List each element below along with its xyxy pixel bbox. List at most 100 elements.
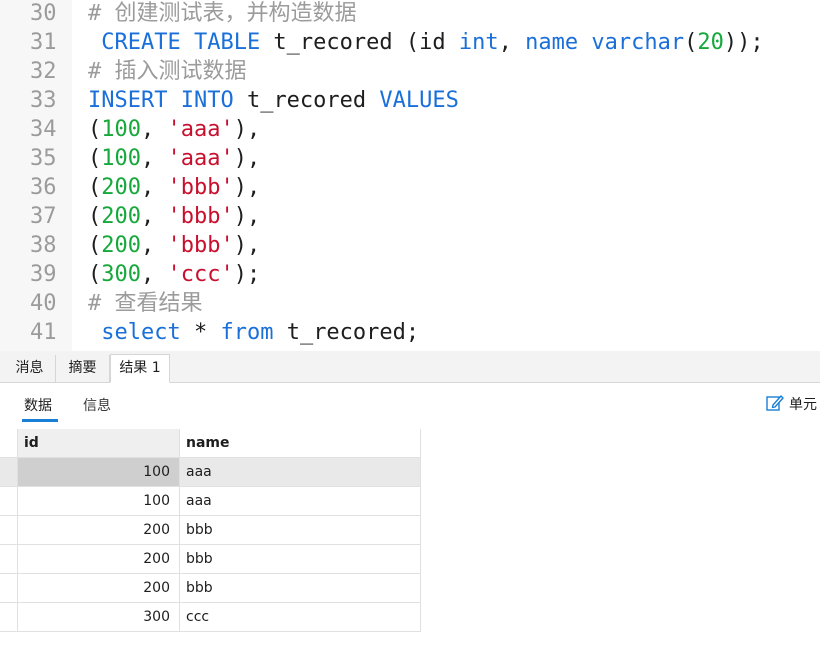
- code-token: ),: [233, 146, 261, 171]
- code-token: INSERT INTO: [88, 88, 234, 113]
- row-header-corner: [0, 429, 18, 457]
- cell-name[interactable]: ccc: [180, 603, 421, 631]
- code-token: ,: [141, 233, 168, 258]
- code-token: from: [220, 320, 274, 345]
- code-token: 20: [697, 30, 724, 55]
- code-token: 'aaa': [167, 146, 234, 171]
- code-text: (300, 'ccc');: [88, 260, 260, 289]
- cell-id[interactable]: 300: [18, 603, 180, 631]
- cell-name[interactable]: aaa: [180, 458, 421, 486]
- code-token: (: [88, 233, 102, 258]
- code-line[interactable]: 38 (200, 'bbb'),: [0, 231, 820, 260]
- code-text: # 查看结果: [88, 289, 203, 318]
- code-token: ),: [233, 233, 261, 258]
- code-token: t_recored: [233, 88, 380, 113]
- code-token: # 创建测试表，并构造数据: [88, 1, 357, 26]
- code-text: # 创建测试表，并构造数据: [88, 0, 357, 28]
- row-header[interactable]: [0, 574, 18, 602]
- cell-name[interactable]: aaa: [180, 487, 421, 515]
- code-line[interactable]: 30 # 创建测试表，并构造数据: [0, 0, 820, 28]
- cell-name[interactable]: bbb: [180, 545, 421, 573]
- line-number: 37: [30, 204, 57, 229]
- tab-summary[interactable]: 摘要: [56, 355, 110, 382]
- code-token: int: [458, 30, 499, 55]
- table-row[interactable]: 200 bbb: [0, 545, 421, 574]
- cell-id[interactable]: 100: [18, 458, 180, 486]
- table-row[interactable]: 100 aaa: [0, 458, 421, 487]
- code-line[interactable]: 32 # 插入测试数据: [0, 57, 820, 86]
- row-header[interactable]: [0, 487, 18, 515]
- cell-id[interactable]: 200: [18, 516, 180, 544]
- line-number: 36: [30, 175, 57, 200]
- code-line[interactable]: 37 (200, 'bbb'),: [0, 202, 820, 231]
- row-header[interactable]: [0, 516, 18, 544]
- code-token: ,: [141, 146, 168, 171]
- code-token: ,: [498, 30, 526, 55]
- tab-result-1[interactable]: 结果 1: [110, 354, 170, 383]
- code-token: 'bbb': [167, 233, 234, 258]
- subtab-info[interactable]: 信息: [83, 395, 111, 415]
- code-text: INSERT INTO t_recored VALUES: [88, 86, 459, 115]
- code-token: CREATE TABLE: [88, 30, 261, 55]
- code-line[interactable]: 31 CREATE TABLE t_recored (id int, name …: [0, 28, 820, 57]
- code-line[interactable]: 36 (200, 'bbb'),: [0, 173, 820, 202]
- cell-edit-label: 单元: [789, 397, 817, 413]
- code-text: (100, 'aaa'),: [88, 144, 260, 173]
- code-token: 'bbb': [167, 204, 234, 229]
- code-line[interactable]: 34 (100, 'aaa'),: [0, 115, 820, 144]
- row-header[interactable]: [0, 458, 18, 486]
- code-token: ),: [233, 175, 261, 200]
- code-token: ));: [723, 30, 764, 55]
- code-text: (200, 'bbb'),: [88, 231, 260, 260]
- subtab-data[interactable]: 数据: [24, 395, 52, 415]
- code-token: (: [88, 146, 102, 171]
- code-text: CREATE TABLE t_recored (id int, name var…: [88, 28, 764, 57]
- sql-editor[interactable]: 30 # 创建测试表，并构造数据 31 CREATE TABLE t_recored…: [0, 0, 820, 351]
- code-token: ),: [233, 204, 261, 229]
- code-token: 'ccc': [167, 262, 234, 287]
- code-token: t_recored (id: [260, 30, 459, 55]
- code-token: ,: [141, 204, 168, 229]
- table-row[interactable]: 200 bbb: [0, 516, 421, 545]
- code-token: *: [180, 320, 221, 345]
- code-token: 100: [101, 117, 141, 142]
- code-line[interactable]: 39 (300, 'ccc');: [0, 260, 820, 289]
- code-token: ,: [141, 262, 168, 287]
- line-number: 41: [30, 320, 57, 345]
- code-token: (: [684, 30, 698, 55]
- code-line[interactable]: 33 INSERT INTO t_recored VALUES: [0, 86, 820, 115]
- code-token: 300: [101, 262, 141, 287]
- cell-id[interactable]: 200: [18, 545, 180, 573]
- table-row[interactable]: 200 bbb: [0, 574, 421, 603]
- cell-name[interactable]: bbb: [180, 574, 421, 602]
- cell-id[interactable]: 200: [18, 574, 180, 602]
- table-row[interactable]: 300 ccc: [0, 603, 421, 632]
- code-line[interactable]: 40 # 查看结果: [0, 289, 820, 318]
- code-token: ,: [141, 175, 168, 200]
- code-token: );: [233, 262, 261, 287]
- code-token: VALUES: [379, 88, 459, 113]
- result-tab-bar: 消息 摘要 结果 1: [0, 351, 820, 383]
- code-token: 200: [101, 175, 141, 200]
- cell-edit-button[interactable]: 单元: [765, 393, 817, 414]
- column-header-name[interactable]: name: [180, 429, 421, 457]
- code-text: (100, 'aaa'),: [88, 115, 260, 144]
- column-header-id[interactable]: id: [18, 429, 180, 457]
- code-line[interactable]: 35 (100, 'aaa'),: [0, 144, 820, 173]
- grid-header-row: id name: [0, 429, 421, 458]
- code-token: 200: [101, 204, 141, 229]
- cell-id[interactable]: 100: [18, 487, 180, 515]
- tab-messages[interactable]: 消息: [4, 355, 56, 382]
- cell-name[interactable]: bbb: [180, 516, 421, 544]
- line-number: 32: [30, 59, 57, 84]
- code-token: # 查看结果: [88, 291, 203, 316]
- table-row[interactable]: 100 aaa: [0, 487, 421, 516]
- code-token: 200: [101, 233, 141, 258]
- row-header[interactable]: [0, 603, 18, 631]
- row-header[interactable]: [0, 545, 18, 573]
- code-token: ),: [233, 117, 261, 142]
- code-token: 'bbb': [167, 175, 234, 200]
- code-token: 'aaa': [167, 117, 234, 142]
- code-token: 100: [101, 146, 141, 171]
- code-line[interactable]: 41 select * from t_recored;: [0, 318, 820, 347]
